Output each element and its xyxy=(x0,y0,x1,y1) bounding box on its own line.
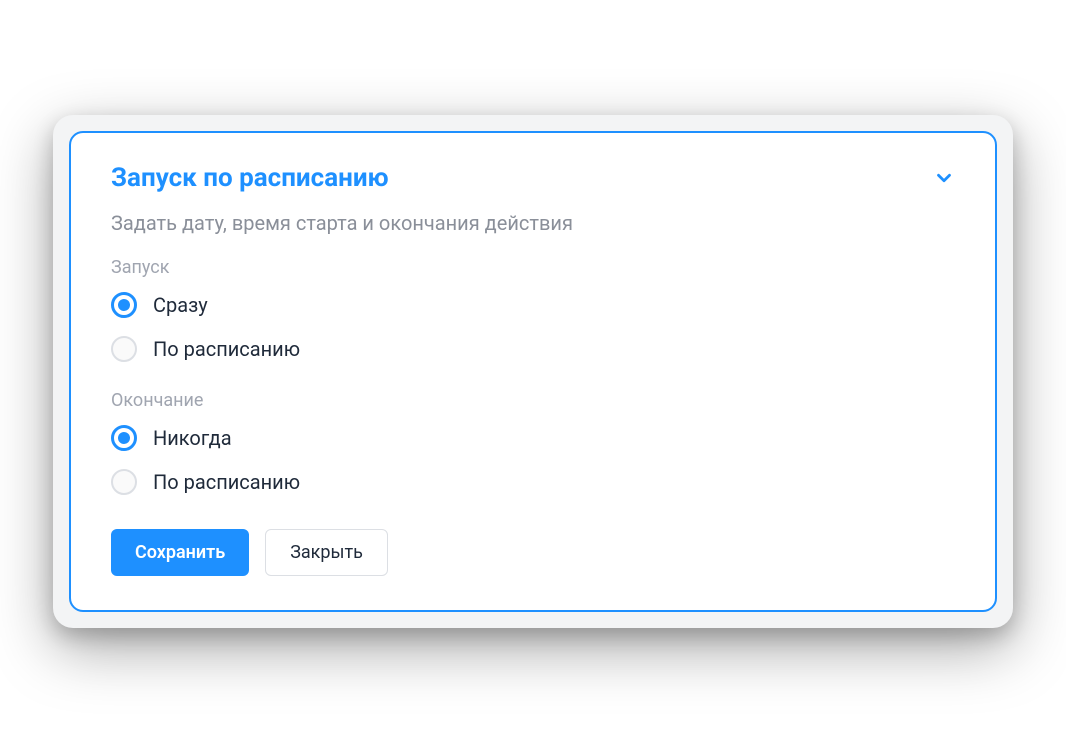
radio-unchecked-icon xyxy=(111,336,137,362)
panel-outer: Запуск по расписанию Задать дату, время … xyxy=(53,115,1013,628)
radio-checked-icon xyxy=(111,292,137,318)
radio-label: По расписанию xyxy=(153,470,300,494)
launch-option-immediate[interactable]: Сразу xyxy=(111,292,955,318)
chevron-down-icon[interactable] xyxy=(933,167,955,189)
card-subtitle: Задать дату, время старта и окончания де… xyxy=(111,211,955,235)
close-button[interactable]: Закрыть xyxy=(265,529,388,576)
launch-group-label: Запуск xyxy=(111,257,955,278)
save-button[interactable]: Сохранить xyxy=(111,529,249,576)
end-group-label: Окончание xyxy=(111,390,955,411)
card-title: Запуск по расписанию xyxy=(111,163,389,193)
schedule-card: Запуск по расписанию Задать дату, время … xyxy=(69,131,997,612)
radio-checked-icon xyxy=(111,425,137,451)
end-option-scheduled[interactable]: По расписанию xyxy=(111,469,955,495)
launch-option-scheduled[interactable]: По расписанию xyxy=(111,336,955,362)
radio-label: Сразу xyxy=(153,293,208,317)
card-header: Запуск по расписанию xyxy=(111,163,955,193)
end-group: Окончание Никогда По расписанию xyxy=(111,390,955,495)
button-row: Сохранить Закрыть xyxy=(111,529,955,576)
radio-label: По расписанию xyxy=(153,337,300,361)
end-option-never[interactable]: Никогда xyxy=(111,425,955,451)
radio-unchecked-icon xyxy=(111,469,137,495)
launch-group: Запуск Сразу По расписанию xyxy=(111,257,955,362)
radio-label: Никогда xyxy=(153,426,232,450)
